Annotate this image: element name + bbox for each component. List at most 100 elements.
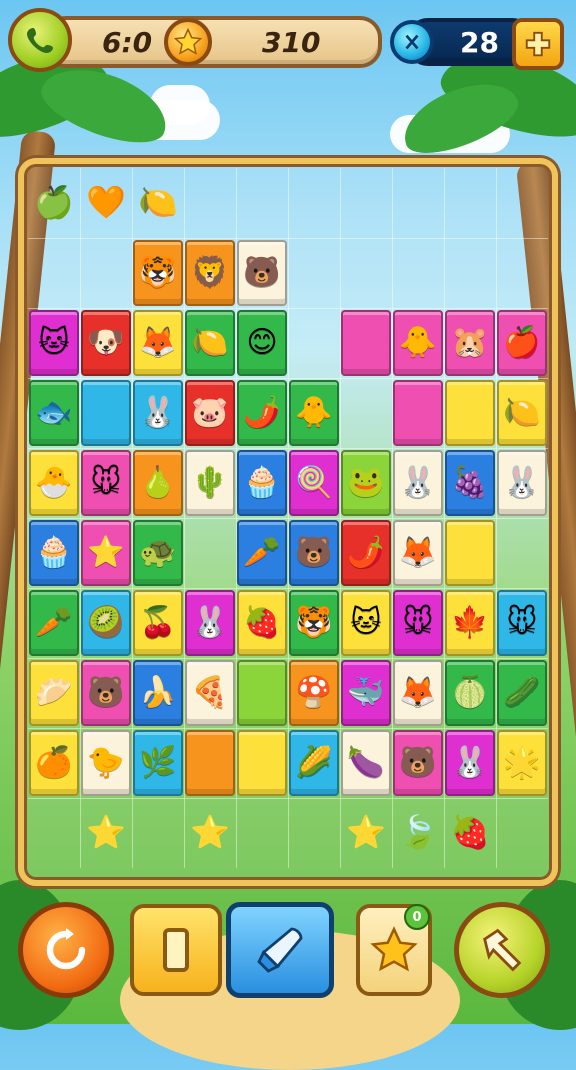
board-tile[interactable]: 🍒: [133, 590, 183, 656]
board-tile[interactable]: [445, 520, 495, 586]
item-icon: ⭐: [346, 813, 386, 851]
board-tile[interactable]: 🍎: [497, 310, 547, 376]
board-tile[interactable]: 🐶: [81, 310, 131, 376]
loose-item[interactable]: 🍓: [445, 802, 495, 862]
board-tile[interactable]: 🍌: [133, 660, 183, 726]
moves-panel: [44, 16, 382, 68]
loose-item[interactable]: 🍋: [133, 172, 183, 232]
board-tile[interactable]: [341, 310, 391, 376]
board-tile[interactable]: 🐭: [497, 590, 547, 656]
tile-icon: 🍌: [139, 675, 177, 710]
board-tile[interactable]: 🧁: [237, 450, 287, 516]
tile-icon: 🍄: [295, 675, 333, 710]
loose-item[interactable]: 🍏: [29, 172, 79, 232]
board-tile[interactable]: [445, 380, 495, 446]
board-tile[interactable]: 🍄: [289, 660, 339, 726]
board-tile[interactable]: [393, 380, 443, 446]
board-tile[interactable]: 🍁: [445, 590, 495, 656]
board-tile[interactable]: 🐤: [81, 730, 131, 796]
pause-icon: [163, 928, 189, 972]
pause-button[interactable]: [130, 904, 222, 996]
board-tile[interactable]: 🐹: [445, 310, 495, 376]
loose-item[interactable]: ⭐: [185, 802, 235, 862]
tile-icon: 🐱: [350, 605, 382, 640]
board-tile[interactable]: 🦊: [393, 660, 443, 726]
loose-item[interactable]: ⭐: [81, 802, 131, 862]
loose-item[interactable]: ⭐: [341, 802, 391, 862]
board-tile[interactable]: 🐟: [29, 380, 79, 446]
board-tile[interactable]: 🐣: [29, 450, 79, 516]
board-tile[interactable]: 🐳: [341, 660, 391, 726]
board-tile[interactable]: 🥕: [237, 520, 287, 586]
board-tile[interactable]: 🐱: [341, 590, 391, 656]
tile-icon: 🐻: [399, 745, 437, 780]
board-tile[interactable]: 🍊: [29, 730, 79, 796]
board-tile[interactable]: 🦁: [185, 240, 235, 306]
loose-item[interactable]: 🍃: [393, 802, 443, 862]
board-tile[interactable]: 🧁: [29, 520, 79, 586]
loose-item[interactable]: 🧡: [81, 172, 131, 232]
rocket-booster-icon: [257, 927, 303, 973]
rocket-booster-button[interactable]: [226, 902, 334, 998]
board-tile[interactable]: 🥒: [497, 660, 547, 726]
board-tile[interactable]: 🥟: [29, 660, 79, 726]
board-tile[interactable]: 🌶️: [237, 380, 287, 446]
board-tile[interactable]: 🍇: [445, 450, 495, 516]
tile-icon: 🐶: [87, 325, 125, 360]
tile-icon: 🍕: [191, 675, 229, 710]
tile-icon: 🐻: [295, 535, 333, 570]
tile-icon: 🍈: [451, 675, 489, 710]
board-tile[interactable]: 🐱: [29, 310, 79, 376]
board-tile[interactable]: 🐰: [393, 450, 443, 516]
board-tile[interactable]: 🍆: [341, 730, 391, 796]
board-tile[interactable]: 🐰: [445, 730, 495, 796]
board-tile[interactable]: 🐯: [133, 240, 183, 306]
board-tile[interactable]: 🌽: [289, 730, 339, 796]
board-tile[interactable]: 🐯: [289, 590, 339, 656]
item-icon: 🍃: [398, 813, 438, 851]
board-tile[interactable]: 🐥: [289, 380, 339, 446]
board-tile[interactable]: 🐰: [185, 590, 235, 656]
board-tile[interactable]: [81, 380, 131, 446]
board-tile[interactable]: 🍋: [497, 380, 547, 446]
board-tile[interactable]: 🍓: [237, 590, 287, 656]
board-tile[interactable]: 🐥: [393, 310, 443, 376]
board-tile[interactable]: 🍋: [185, 310, 235, 376]
board-tile[interactable]: 🍈: [445, 660, 495, 726]
hammer-button[interactable]: [454, 902, 550, 998]
board-tile[interactable]: 🌟: [497, 730, 547, 796]
board-tile[interactable]: 🍐: [133, 450, 183, 516]
board-tile[interactable]: ⭐: [81, 520, 131, 586]
board-tile[interactable]: 🥝: [81, 590, 131, 656]
board-tile[interactable]: [185, 730, 235, 796]
board-tile[interactable]: 🐭: [81, 450, 131, 516]
board-tile[interactable]: 🌵: [185, 450, 235, 516]
board-tile[interactable]: 🦊: [393, 520, 443, 586]
add-gems-button[interactable]: [512, 18, 564, 70]
board-tile[interactable]: 🌿: [133, 730, 183, 796]
board-tile[interactable]: 🐻: [289, 520, 339, 586]
game-board[interactable]: 🍏 🧡 🍋 🐯 🦁 🐻 🐱 🐶 🦊 🍋 😊 🐥 🐹 🍎 🐟 🐰 🐷 🌶️ 🐥 🍋 🐣 🐭 🍐 🌵 🧁 🍭 🐸 🐰 🍇 🐰 🧁 ⭐ 🐢 🥕 🐻 🌶️ 🦊 🥕…: [28, 168, 548, 878]
board-tile[interactable]: 🍕: [185, 660, 235, 726]
board-tile[interactable]: 🐻: [237, 240, 287, 306]
board-tile[interactable]: 🥕: [29, 590, 79, 656]
board-tile[interactable]: 🐸: [341, 450, 391, 516]
board-tile[interactable]: 🌶️: [341, 520, 391, 586]
board-tile[interactable]: 🍭: [289, 450, 339, 516]
phone-icon[interactable]: [8, 8, 72, 72]
board-tile[interactable]: 🦊: [133, 310, 183, 376]
star-booster-button[interactable]: 0: [356, 904, 432, 996]
tile-icon: 🥟: [35, 675, 73, 710]
board-tile[interactable]: 🐻: [393, 730, 443, 796]
board-tile[interactable]: 🐰: [497, 450, 547, 516]
board-tile[interactable]: [237, 730, 287, 796]
board-tile[interactable]: 🐢: [133, 520, 183, 586]
restart-button[interactable]: [18, 902, 114, 998]
board-tile[interactable]: 🐭: [393, 590, 443, 656]
board-tile[interactable]: [237, 660, 287, 726]
board-tile[interactable]: 😊: [237, 310, 287, 376]
board-tile[interactable]: 🐷: [185, 380, 235, 446]
board-tile[interactable]: 🐰: [133, 380, 183, 446]
tile-icon: 🌽: [295, 745, 333, 780]
board-tile[interactable]: 🐻: [81, 660, 131, 726]
